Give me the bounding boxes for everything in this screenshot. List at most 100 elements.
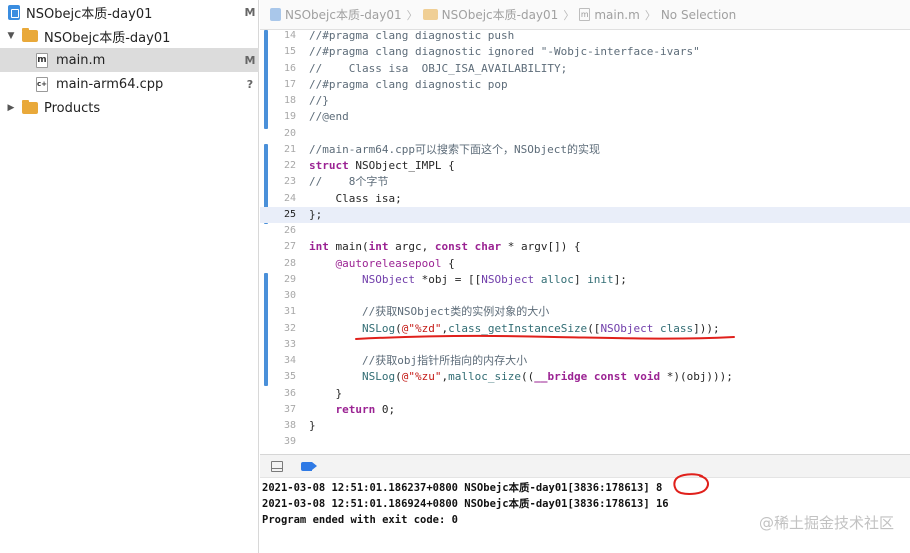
code-line[interactable]: 15 //#pragma clang diagnostic ignored "-W… xyxy=(260,44,910,60)
jump-bar-selection[interactable]: No Selection xyxy=(661,8,736,22)
code-line[interactable]: 31 //获取NSObject类的实例对象的大小 xyxy=(260,304,910,320)
code-line[interactable]: 20 xyxy=(260,126,910,142)
code-token: //#pragma clang diagnostic ignored "-Wob… xyxy=(309,45,700,59)
code-text: //main-arm64.cpp可以搜索下面这个，NSObject的实现 xyxy=(309,142,600,158)
line-number: 19 xyxy=(283,111,296,123)
code-token: void xyxy=(633,370,661,384)
line-number: 25 xyxy=(283,208,296,220)
code-line[interactable]: 30 xyxy=(260,288,910,304)
nav-item-project[interactable]: NSObejc本质-day01 M xyxy=(0,0,259,24)
code-line[interactable]: 27 int main(int argc, const char * argv[]… xyxy=(260,239,910,255)
code-text: Class isa; xyxy=(309,191,401,207)
code-token: @autoreleasepool xyxy=(335,256,442,270)
code-token: ] xyxy=(573,272,588,286)
code-token: init xyxy=(587,272,614,286)
code-line[interactable]: 39 xyxy=(260,434,910,450)
code-token: //@end xyxy=(309,110,349,124)
source-control-badge: M xyxy=(244,53,256,67)
code-token: ( xyxy=(395,370,402,384)
code-token: *obj = [[ xyxy=(414,272,482,286)
code-line[interactable]: 17 //#pragma clang diagnostic pop xyxy=(260,77,910,93)
jump-bar-group[interactable]: NSObejc本质-day01 xyxy=(442,6,559,23)
line-number: 14 xyxy=(283,30,296,41)
console-line: Program ended with exit code: 0 xyxy=(262,514,458,526)
code-text: } xyxy=(309,386,342,402)
line-number: 37 xyxy=(283,403,296,415)
code-token: //} xyxy=(309,94,329,107)
code-text: NSLog(@"%zu",malloc_size((__bridge const… xyxy=(309,369,733,385)
code-token: // 8个字节 xyxy=(309,175,389,189)
code-text: //#pragma clang diagnostic push xyxy=(309,28,514,44)
code-line[interactable]: 38} xyxy=(260,418,910,434)
cpp-file-icon: c+ xyxy=(36,76,48,92)
code-token: int xyxy=(309,240,329,254)
project-icon xyxy=(270,8,281,21)
code-token: ]; xyxy=(613,272,627,286)
jump-bar-file[interactable]: main.m xyxy=(594,8,640,22)
code-line[interactable]: 23 // 8个字节 xyxy=(260,174,910,190)
nav-item-group[interactable]: ▼ NSObejc本质-day01 xyxy=(0,24,259,48)
watermark: @稀土掘金技术社区 xyxy=(758,514,894,532)
hide-debug-area-icon[interactable] xyxy=(271,461,283,472)
line-number: 26 xyxy=(283,225,296,236)
code-line[interactable]: 24 Class isa; xyxy=(260,191,910,207)
code-line[interactable]: 19 //@end xyxy=(260,109,910,125)
code-token: //main-arm64.cpp可以搜索下面这个，NSObject的实现 xyxy=(309,142,600,156)
code-text: //#pragma clang diagnostic pop xyxy=(309,77,508,93)
line-number: 29 xyxy=(283,273,296,285)
line-number: 32 xyxy=(283,322,296,334)
code-text: // Class isa OBJC_ISA_AVAILABILITY; xyxy=(309,61,567,77)
code-line[interactable]: 35 NSLog(@"%zu",malloc_size((__bridge co… xyxy=(260,369,910,385)
code-token: //获取obj指针所指向的内存大小 xyxy=(361,354,528,367)
debug-bar xyxy=(260,454,910,478)
code-token: //#pragma clang diagnostic pop xyxy=(309,77,508,91)
code-text: //获取NSObject类的实例对象的大小 xyxy=(309,304,549,320)
code-line[interactable]: 26 xyxy=(260,223,910,239)
code-line[interactable]: 29 NSObject *obj = [[NSObject alloc] ini… xyxy=(260,272,910,288)
code-text: // 8个字节 xyxy=(309,174,388,190)
m-file-icon: m xyxy=(36,52,48,68)
code-text: }; xyxy=(309,207,322,223)
line-number: 15 xyxy=(283,46,296,58)
line-number: 16 xyxy=(283,62,296,74)
breakpoint-toggle-icon[interactable] xyxy=(301,462,317,471)
source-control-badge: ? xyxy=(246,77,254,91)
jump-bar-project[interactable]: NSObejc本质-day01 xyxy=(285,6,402,23)
disclosure-right-icon[interactable]: ▶ xyxy=(6,103,16,113)
code-line[interactable]: 36 } xyxy=(260,386,910,402)
code-token: main( xyxy=(328,240,369,254)
code-token: NSLog xyxy=(361,370,396,384)
red-underline-annotation xyxy=(355,334,735,340)
code-token: * argv[]) { xyxy=(501,240,581,254)
line-number: 34 xyxy=(283,355,296,366)
console-line: 2021-03-08 12:51:01.186237+0800 NSObejc本… xyxy=(262,482,663,494)
code-line[interactable]: 28 @autoreleasepool { xyxy=(260,256,910,272)
line-number: 38 xyxy=(283,420,296,431)
nav-item-products[interactable]: ▶ Products xyxy=(0,96,259,120)
nav-item-main-m[interactable]: m main.m M xyxy=(0,48,259,72)
code-text: //@end xyxy=(309,109,349,125)
line-number: 23 xyxy=(283,176,296,188)
chevron-right-icon: 〉 xyxy=(644,8,656,22)
source-editor[interactable]: 14 //#pragma clang diagnostic push 15 //#pr… xyxy=(260,28,910,454)
code-line[interactable]: 25}; xyxy=(260,206,910,223)
disclosure-down-icon[interactable]: ▼ xyxy=(6,31,16,41)
code-line[interactable]: 16 // Class isa OBJC_ISA_AVAILABILITY; xyxy=(260,61,910,77)
red-circle-annotation xyxy=(673,473,709,495)
nav-item-label: NSObejc本质-day01 xyxy=(44,30,171,46)
line-number: 21 xyxy=(283,143,296,155)
code-text: @autoreleasepool { xyxy=(309,256,455,272)
code-line[interactable]: 22 struct NSObject_IMPL { xyxy=(260,158,910,174)
code-token: } xyxy=(309,419,316,432)
code-line[interactable]: 34 //获取obj指针所指向的内存大小 xyxy=(260,353,910,369)
code-line[interactable]: 21 //main-arm64.cpp可以搜索下面这个，NSObject的实现 xyxy=(260,142,910,158)
code-token: (( xyxy=(520,370,535,384)
code-line[interactable]: 37 return 0; xyxy=(260,402,910,418)
code-token: NSObject_IMPL { xyxy=(348,159,455,172)
nav-item-main-arm64-cpp[interactable]: c+ main-arm64.cpp ? xyxy=(0,72,259,96)
code-line[interactable]: 18 //} xyxy=(260,93,910,109)
code-line[interactable]: 14 //#pragma clang diagnostic push xyxy=(260,28,910,44)
